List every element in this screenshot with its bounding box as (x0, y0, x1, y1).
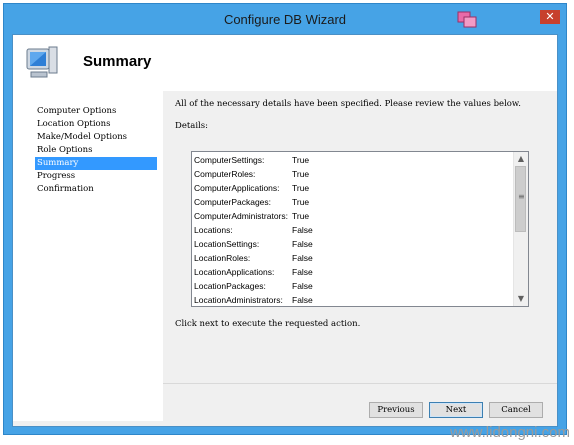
detail-key: ComputerAdministrators: (194, 211, 289, 221)
detail-key: LocationRoles: (194, 253, 251, 263)
detail-key: ComputerPackages: (194, 197, 272, 207)
detail-value: False (292, 225, 313, 235)
window-title: Configure DB Wizard (223, 12, 347, 27)
list-item: ComputerRoles: True (194, 167, 514, 181)
wizard-content: All of the necessary details have been s… (163, 91, 557, 383)
detail-key: ComputerSettings: (194, 155, 265, 165)
detail-key: ComputerRoles: (194, 169, 256, 179)
intro-text: All of the necessary details have been s… (175, 99, 521, 109)
scroll-thumb[interactable]: ≡ (515, 166, 526, 232)
nav-item-confirmation[interactable]: Confirmation (35, 183, 157, 196)
nav-item-summary[interactable]: Summary (35, 157, 157, 170)
wizard-header: Summary (13, 35, 557, 92)
details-listbox[interactable]: ComputerSettings: True ComputerRoles: True… (191, 151, 529, 307)
wizard-client: Summary Computer Options Location Option… (12, 34, 558, 427)
list-item: LocationRoles: False (194, 251, 514, 265)
cancel-button[interactable]: Cancel (489, 402, 543, 418)
list-item: LocationPackages: False (194, 279, 514, 293)
list-item: ComputerAdministrators: True (194, 209, 514, 223)
detail-key: LocationAdministrators: (194, 295, 283, 305)
wizard-window: Configure DB Wizard ✕ Summary Computer O… (3, 3, 567, 435)
list-item: ComputerPackages: True (194, 195, 514, 209)
title-bar[interactable]: Configure DB Wizard ✕ (4, 4, 566, 34)
list-item: LocationSettings: False (194, 237, 514, 251)
next-button[interactable]: Next (429, 402, 483, 418)
detail-value: False (292, 281, 313, 291)
list-item: ComputerApplications: True (194, 181, 514, 195)
list-item: ComputerSettings: True (194, 153, 514, 167)
list-item: LocationAdministrators: False (194, 293, 514, 306)
button-bar: Previous Next Cancel (163, 383, 557, 422)
detail-value: True (292, 183, 310, 193)
close-button[interactable]: ✕ (540, 10, 560, 24)
scroll-up-icon[interactable]: ▲ (514, 152, 528, 166)
detail-value: False (292, 267, 313, 277)
detail-value: True (292, 211, 310, 221)
detail-key: LocationPackages: (194, 281, 266, 291)
grip-icon: ≡ (518, 192, 525, 201)
page-title: Summary (83, 53, 152, 70)
nav-item-computer-options[interactable]: Computer Options (35, 105, 157, 118)
detail-key: LocationApplications: (194, 267, 275, 277)
detail-value: True (292, 169, 310, 179)
vertical-scrollbar[interactable]: ▲ ≡ ▼ (513, 152, 528, 306)
nav-item-progress[interactable]: Progress (35, 170, 157, 183)
nav-item-location-options[interactable]: Location Options (35, 118, 157, 131)
detail-key: Locations: (194, 225, 233, 235)
nav-item-make-model-options[interactable]: Make/Model Options (35, 131, 157, 144)
detail-key: ComputerApplications: (194, 183, 280, 193)
previous-button[interactable]: Previous (369, 402, 423, 418)
detail-value: False (292, 253, 313, 263)
detail-value: False (292, 239, 313, 249)
action-hint: Click next to execute the requested acti… (175, 319, 361, 329)
computer-icon (26, 46, 58, 78)
scroll-down-icon[interactable]: ▼ (514, 292, 528, 306)
wizard-nav: Computer Options Location Options Make/M… (13, 91, 163, 421)
detail-value: False (292, 295, 313, 305)
nav-item-role-options[interactable]: Role Options (35, 144, 157, 157)
app-windows-icon (457, 11, 477, 28)
watermark: www.lidongni.com (449, 424, 570, 441)
detail-key: LocationSettings: (194, 239, 260, 249)
list-item: Locations: False (194, 223, 514, 237)
detail-value: True (292, 155, 310, 165)
details-label: Details: (175, 121, 208, 131)
detail-value: True (292, 197, 310, 207)
list-item: LocationApplications: False (194, 265, 514, 279)
